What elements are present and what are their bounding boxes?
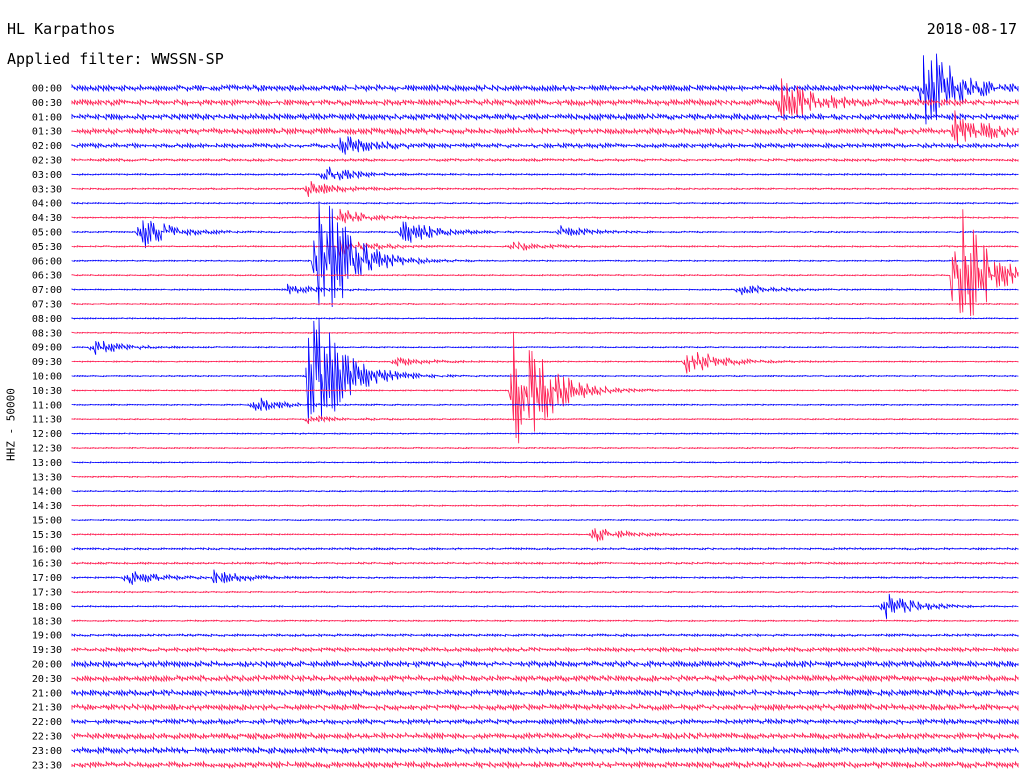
row-time-label: 11:00 [32,400,62,411]
row-time-label: 23:30 [32,760,62,771]
row-time-label: 18:30 [32,616,62,627]
row-time-label: 23:00 [32,746,62,757]
row-time-label: 21:30 [32,703,62,714]
row-time-label: 14:00 [32,487,62,498]
trace-row [71,590,1019,594]
trace-row [71,332,1019,444]
row-time-label: 10:30 [32,386,62,397]
row-time-label: 20:30 [32,674,62,685]
row-time-label: 08:00 [32,314,62,325]
trace-row [71,504,1019,507]
trace-row [71,283,1019,296]
trace-row [71,209,1019,317]
trace-row [71,561,1019,566]
row-time-label: 10:00 [32,372,62,383]
helicorder-plot: 00:00 00:30 01:00 01:30 02:00 02:30 03:00 03:30… [32,53,1019,772]
trace-row [71,331,1019,334]
trace-row [71,688,1019,698]
tick-labels: 00:00 00:30 01:00 01:30 02:00 02:30 03:00 03:30… [32,84,62,772]
trace-row [71,208,1019,224]
row-time-label: 06:30 [32,271,62,282]
trace-row [71,136,1019,155]
trace-row [71,239,1019,257]
trace-row [71,673,1019,683]
row-time-label: 09:00 [32,343,62,354]
row-time-label: 02:30 [32,156,62,167]
row-time-label: 19:30 [32,645,62,656]
row-time-label: 15:00 [32,516,62,527]
trace-row [71,518,1019,522]
trace-row [71,157,1019,163]
trace-row [71,446,1019,450]
row-time-label: 18:00 [32,602,62,613]
row-time-label: 15:30 [32,530,62,541]
row-time-label: 12:00 [32,429,62,440]
trace-row [71,569,1019,585]
row-time-label: 14:30 [32,501,62,512]
trace-row [71,220,1019,249]
trace-row [71,352,1019,374]
row-time-label: 22:30 [32,732,62,743]
trace-row [71,731,1019,741]
trace-row [71,166,1019,181]
row-time-label: 09:30 [32,357,62,368]
trace-row [71,432,1019,435]
row-time-label: 13:30 [32,472,62,483]
row-time-label: 12:30 [32,444,62,455]
trace-row [71,717,1019,726]
trace-row [71,646,1019,653]
row-time-label: 01:00 [32,112,62,123]
trace-row [71,461,1019,464]
row-time-label: 01:30 [32,127,62,138]
trace-row [71,180,1019,197]
row-time-label: 00:30 [32,98,62,109]
trace-row [71,201,1019,205]
row-time-label: 05:30 [32,242,62,253]
trace-row [71,760,1019,770]
trace-row [71,547,1019,551]
row-time-label: 21:00 [32,688,62,699]
trace-row [71,746,1019,755]
row-time-label: 16:30 [32,559,62,570]
trace-row [71,53,1019,125]
row-time-label: 16:00 [32,544,62,555]
trace-row [71,340,1019,355]
trace-row [71,317,1019,320]
row-time-label: 02:00 [32,141,62,152]
trace-row [71,475,1019,479]
row-time-label: 03:30 [32,184,62,195]
row-time-label: 11:30 [32,415,62,426]
trace-row [71,528,1019,542]
trace-row [71,78,1019,121]
row-time-label: 05:00 [32,228,62,239]
row-time-label: 03:00 [32,170,62,181]
row-time-label: 07:00 [32,285,62,296]
row-time-label: 19:00 [32,631,62,642]
trace-row [71,702,1019,712]
row-time-label: 17:30 [32,588,62,599]
trace-row [71,112,1019,122]
row-time-label: 00:00 [32,84,62,95]
trace-row [71,302,1019,306]
row-time-label: 08:30 [32,328,62,339]
trace-row [71,659,1019,669]
row-time-label: 17:00 [32,573,62,584]
row-time-label: 07:30 [32,300,62,311]
row-time-label: 04:00 [32,199,62,210]
trace-row [71,633,1019,638]
row-time-label: 20:00 [32,660,62,671]
row-time-label: 04:30 [32,213,62,224]
trace-group [71,53,1019,770]
row-time-label: 13:00 [32,458,62,469]
trace-row [71,489,1019,493]
row-time-label: 22:00 [32,717,62,728]
row-time-label: 06:00 [32,256,62,267]
trace-row [71,619,1019,623]
trace-row [71,593,1019,619]
